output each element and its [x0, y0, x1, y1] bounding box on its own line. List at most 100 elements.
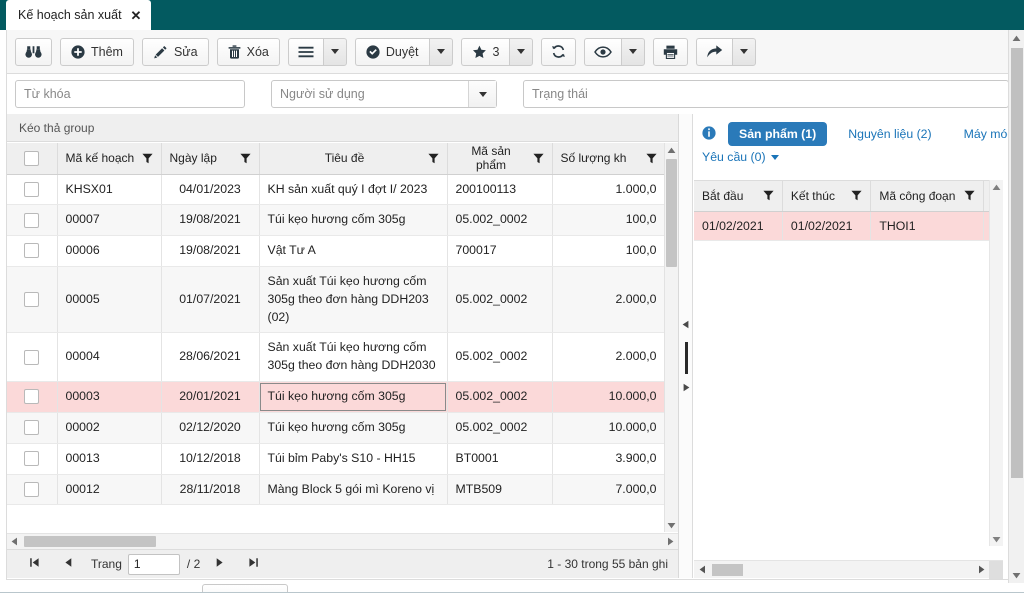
detail-horizontal-scrollbar[interactable] [694, 560, 1003, 579]
splitter-grip[interactable] [685, 342, 688, 374]
filter-icon[interactable] [427, 153, 439, 164]
refresh-button[interactable] [541, 37, 577, 66]
cell-bat-dau[interactable]: 01/02/2021 [694, 211, 783, 241]
scroll-left-icon[interactable] [7, 535, 22, 549]
table-row[interactable]: KHSX01 04/01/2023 KH sản xuất quý I đợt … [7, 174, 666, 206]
subtab-yeu-cau[interactable]: Yêu cầu (0) [702, 150, 766, 164]
row-checkbox-cell[interactable] [7, 381, 58, 413]
cell-ngay-lap[interactable]: 01/07/2021 [161, 266, 260, 334]
share-button[interactable] [696, 37, 733, 66]
approve-button[interactable]: Duyệt [354, 37, 429, 66]
filter-icon[interactable] [851, 190, 862, 201]
cell-ngay-lap[interactable]: 19/08/2021 [161, 235, 260, 267]
cell-tieu-de[interactable]: KH sản xuất quý I đợt I/ 2023 [259, 174, 448, 206]
scroll-down-icon[interactable] [665, 518, 678, 532]
filter-icon[interactable] [964, 190, 976, 201]
star-caret-button[interactable] [509, 37, 534, 66]
last-page-button[interactable] [236, 557, 270, 571]
tab-ke-hoach-san-xuat[interactable]: Kế hoạch sản xuất ✕ [6, 0, 152, 30]
cell-ma-san-pham[interactable]: 05.002_0002 [447, 204, 553, 237]
cell-ma-san-pham[interactable]: 200100113 [447, 174, 553, 206]
approve-caret-button[interactable] [428, 37, 453, 66]
collapse-left-icon[interactable] [681, 319, 691, 329]
filter-icon[interactable] [239, 153, 251, 164]
cell-ma-san-pham[interactable]: MTB509 [447, 474, 553, 506]
cell-so-luong-kh[interactable]: 2.000,0 [552, 332, 666, 383]
cell-tieu-de[interactable]: Vật Tư A [259, 235, 448, 267]
col-tieu-de[interactable]: Tiêu đề [259, 143, 448, 175]
cell-ngay-lap[interactable]: 19/08/2021 [161, 204, 260, 237]
star-button[interactable]: 3 [460, 37, 510, 66]
col-ma-cong-doan[interactable]: Mã công đoạn [870, 181, 985, 212]
view-button[interactable] [584, 37, 622, 66]
cell-ma-ke-hoach[interactable]: 00005 [57, 266, 162, 334]
scroll-thumb[interactable] [24, 536, 156, 547]
cell-tieu-de[interactable]: Màng Block 5 gói mì Koreno vị [259, 474, 448, 506]
table-row[interactable]: 00004 28/06/2021 Sản xuất Túi kẹo hương … [7, 332, 666, 383]
scroll-thumb[interactable] [712, 563, 743, 576]
cell-ma-ke-hoach[interactable]: 00007 [57, 204, 162, 237]
cell-ma-ke-hoach[interactable]: 00002 [57, 412, 162, 444]
cell-tieu-de[interactable]: Sản xuất Túi kẹo hương cốm 305g theo đơn… [259, 332, 448, 383]
user-dropdown-toggle[interactable] [468, 81, 496, 107]
row-checkbox-cell[interactable] [7, 474, 58, 506]
collapse-right-icon[interactable] [681, 382, 691, 392]
cell-ma-san-pham[interactable]: 700017 [447, 235, 553, 267]
row-checkbox[interactable] [24, 389, 40, 405]
cell-ma-ke-hoach[interactable]: KHSX01 [57, 174, 162, 206]
close-icon[interactable]: ✕ [131, 9, 142, 22]
filter-icon[interactable] [532, 153, 544, 164]
cell-so-luong-kh[interactable]: 100,0 [552, 235, 666, 267]
cell-so-luong-kh[interactable]: 100,0 [552, 204, 666, 237]
scroll-track[interactable] [22, 536, 663, 547]
cell-ngay-lap[interactable]: 28/11/2018 [161, 474, 260, 506]
hamburger-menu-button[interactable] [287, 37, 323, 66]
scroll-down-icon[interactable] [990, 532, 1003, 546]
prev-page-button[interactable] [51, 557, 85, 571]
detail-vertical-scrollbar[interactable] [989, 180, 1003, 546]
cell-ngay-lap[interactable]: 10/12/2018 [161, 443, 260, 475]
first-page-button[interactable] [17, 557, 51, 571]
filter-icon[interactable] [645, 153, 657, 164]
row-checkbox-cell[interactable] [7, 443, 58, 475]
cell-ket-thuc[interactable]: 01/02/2021 [782, 211, 872, 241]
table-row[interactable]: 00013 10/12/2018 Túi bỉm Paby's S10 - HH… [7, 443, 666, 475]
cell-tieu-de[interactable]: Túi kẹo hương cốm 305g [259, 204, 448, 237]
panel-splitter[interactable] [679, 114, 693, 578]
row-checkbox[interactable] [24, 349, 40, 365]
row-checkbox-cell[interactable] [7, 235, 58, 267]
cell-ma-ke-hoach[interactable]: 00013 [57, 443, 162, 475]
col-ngay-lap[interactable]: Ngày lập [161, 143, 260, 175]
cell-tieu-de[interactable]: Túi kẹo hương cốm 305g [259, 381, 448, 413]
tab-san-pham[interactable]: Sản phẩm (1) [728, 122, 828, 146]
scroll-right-icon[interactable] [663, 535, 678, 549]
scroll-up-icon[interactable] [1009, 30, 1024, 46]
table-row[interactable]: 00007 19/08/2021 Túi kẹo hương cốm 305g … [7, 204, 666, 237]
page-number-input[interactable] [127, 553, 180, 575]
cell-ma-san-pham[interactable]: 05.002_0002 [447, 332, 553, 383]
cell-ma-ke-hoach[interactable]: 00003 [57, 381, 162, 413]
col-ma-san-pham[interactable]: Mã sản phẩm [447, 143, 553, 175]
share-caret-button[interactable] [732, 37, 757, 66]
row-checkbox[interactable] [24, 451, 40, 467]
cell-so-luong-kh[interactable]: 7.000,0 [552, 474, 666, 506]
plans-vertical-scrollbar[interactable] [664, 143, 678, 532]
cell-so-luong-kh[interactable]: 10.000,0 [552, 381, 666, 413]
row-checkbox-cell[interactable] [7, 204, 58, 237]
table-row[interactable]: 00002 02/12/2020 Túi kẹo hương cốm 305g … [7, 412, 666, 444]
cell-ngay-lap[interactable]: 28/06/2021 [161, 332, 260, 383]
col-so-luong-kh[interactable]: Số lượng kh [552, 143, 666, 175]
cell-ngay-lap[interactable]: 04/01/2023 [161, 174, 260, 206]
row-checkbox[interactable] [24, 212, 40, 228]
filter-icon[interactable] [763, 190, 774, 201]
cell-ma-san-pham[interactable]: BT0001 [447, 443, 553, 475]
search-button[interactable] [15, 37, 52, 66]
cell-ma-san-pham[interactable]: 05.002_0002 [447, 381, 553, 413]
more-menu-caret-button[interactable] [322, 37, 347, 66]
scroll-down-icon[interactable] [1009, 567, 1024, 583]
cell-ma-san-pham[interactable]: 05.002_0002 [447, 266, 553, 334]
cell-tieu-de[interactable]: Túi kẹo hương cốm 305g [259, 412, 448, 444]
group-drop-area[interactable]: Kéo thả group [7, 114, 678, 142]
table-row[interactable]: 00012 28/11/2018 Màng Block 5 gói mì Kor… [7, 474, 666, 506]
row-checkbox-cell[interactable] [7, 412, 58, 444]
